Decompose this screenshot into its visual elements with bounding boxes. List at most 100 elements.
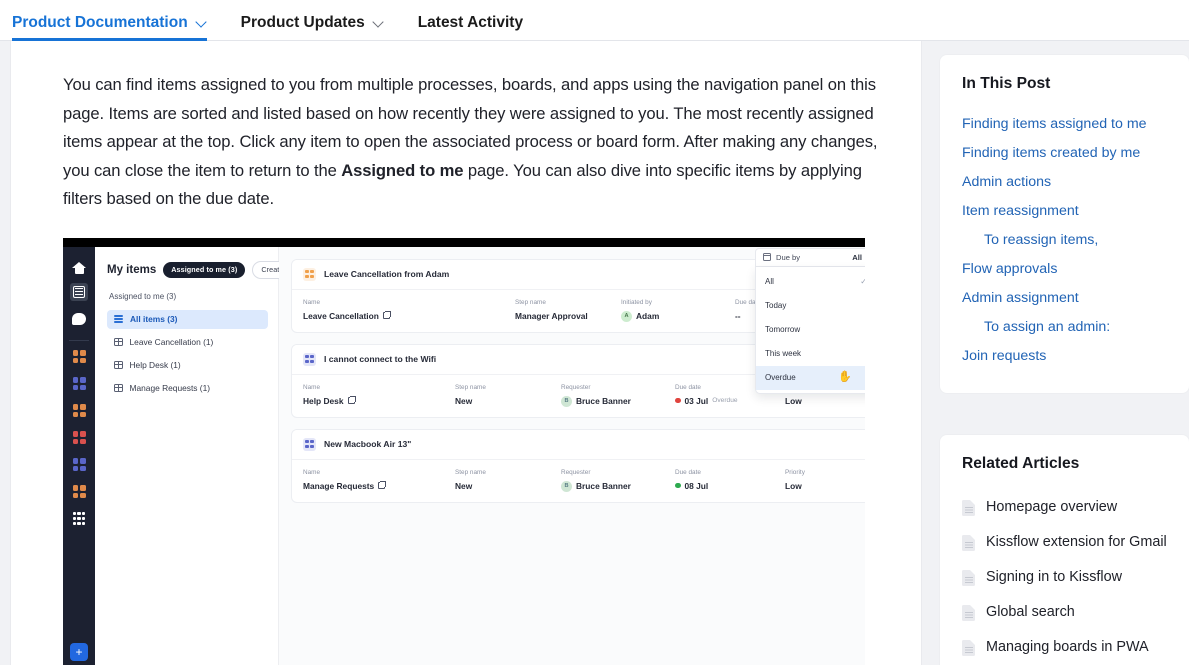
toc-link-admin-assignment[interactable]: Admin assignment [962,284,1167,313]
related-article-signing-in-to-kissflow[interactable]: Signing in to Kissflow [962,560,1167,595]
field-requester: Requester B Bruce Banner [561,469,675,492]
process-icon [303,267,316,281]
field-value[interactable]: Manage Requests [303,480,455,491]
document-icon [962,569,975,586]
chevron-down-icon[interactable] [374,17,384,27]
field-name: Name Help Desk [303,384,455,407]
due-by-filter: Due by All ▾ All ✓ [755,247,865,394]
chevron-down-icon[interactable] [197,17,207,27]
chat-icon[interactable] [70,310,88,328]
field-value: Manager Approval [515,310,588,321]
related-article-label: Global search [986,604,1075,620]
item-card[interactable]: New Macbook Air 13" Name Manage Requests… [291,428,865,503]
external-link-icon[interactable] [378,480,387,489]
nav-item-manage-requests[interactable]: Manage Requests (1) [107,379,268,398]
field-label: Step name [515,298,546,306]
external-link-icon[interactable] [347,395,356,404]
related-article-label: Homepage overview [986,499,1118,515]
table-icon [114,383,123,393]
tab-label: Product Documentation [12,14,188,31]
app-nav-column: My items Assigned to me (3) Created by m… [95,246,319,665]
related-article-label: Signing in to Kissflow [986,569,1122,585]
field-text: Manage Requests [303,480,375,491]
toc-link-to-assign-an-admin[interactable]: To assign an admin: [962,313,1167,342]
due-by-menu: All ✓ Today Tomorrow This week [755,266,865,394]
option-label: This week [765,349,802,358]
embedded-screenshot: + My items Assigned to me (3) Created by… [63,237,865,665]
app-blue-2-icon[interactable] [70,456,88,474]
tab-product-documentation[interactable]: Product Documentation [12,14,221,41]
avatar: B [561,480,572,492]
field-step-name: Step name Manager Approval [515,299,621,322]
option-label: All [765,277,774,286]
related-articles-title: Related Articles [962,455,1080,472]
active-tab-underline [12,38,207,41]
field-text: Help Desk [303,395,344,406]
related-article-managing-boards-in-pwa[interactable]: Managing boards in PWA [962,630,1167,665]
app-orange-2-icon[interactable] [70,402,88,420]
field-name: Name Manage Requests [303,469,455,492]
tab-latest-activity[interactable]: Latest Activity [418,14,537,41]
field-value[interactable]: Leave Cancellation [303,310,515,321]
nav-item-leave-cancellation[interactable]: Leave Cancellation (1) [107,333,268,352]
page-title: My items [107,263,157,276]
field-label: Name [303,468,321,476]
due-by-option-all[interactable]: All ✓ [756,270,865,294]
toc-link-item-reassignment[interactable]: Item reassignment [962,197,1167,226]
filter-assigned-to-me[interactable]: Assigned to me (3) [163,261,246,278]
nav-item-label: Help Desk (1) [129,360,181,370]
app-orange-1-icon[interactable] [70,348,88,366]
toc-link-to-reassign-items[interactable]: To reassign items, [962,226,1167,255]
field-value: B Bruce Banner [561,395,675,407]
field-priority: Priority Low [785,469,865,492]
item-card-list: Leave Cancellation from Adam Name Leave … [279,246,865,665]
related-articles-panel: Related Articles Homepage overview Kissf… [940,435,1189,665]
toc-link-admin-actions[interactable]: Admin actions [962,168,1167,197]
card-title: I cannot connect to the Wifi [324,354,437,364]
tab-product-updates[interactable]: Product Updates [241,14,398,41]
in-this-post-panel: In This Post Finding items assigned to m… [940,55,1189,393]
add-button[interactable]: + [70,642,88,661]
nav-item-help-desk[interactable]: Help Desk (1) [107,356,268,375]
app-orange-3-icon[interactable] [70,483,88,501]
due-by-trigger[interactable]: Due by All ▾ [755,247,865,267]
field-value: Low [785,395,802,406]
app-red-1-icon[interactable] [70,429,88,447]
page-body: You can find items assigned to you from … [0,41,1189,665]
article-paragraph: You can find items assigned to you from … [63,71,881,214]
toc-link-flow-approvals[interactable]: Flow approvals [962,255,1167,284]
due-by-option-tomorrow[interactable]: Tomorrow [756,318,865,342]
due-by-option-this-week[interactable]: This week [756,342,865,366]
document-icon [962,499,975,516]
toc-link-join-requests[interactable]: Join requests [962,342,1167,371]
app-left-rail: + [63,246,95,665]
field-step-name: Step name New [455,469,561,492]
process-icon [303,437,316,451]
field-requester: Requester B Bruce Banner [561,384,675,407]
toc-link-finding-items-assigned-to-me[interactable]: Finding items assigned to me [962,110,1167,139]
avatar: B [561,395,572,407]
home-icon[interactable] [70,256,88,274]
related-article-global-search[interactable]: Global search [962,595,1167,630]
toc-link-finding-items-created-by-me[interactable]: Finding items created by me [962,139,1167,168]
option-label: Tomorrow [765,325,801,334]
related-article-homepage-overview[interactable]: Homepage overview [962,490,1167,525]
external-link-icon[interactable] [382,310,391,319]
app-blue-1-icon[interactable] [70,375,88,393]
nav-item-all-items[interactable]: All items (3) [107,309,268,329]
related-article-kissflow-extension-for-gmail[interactable]: Kissflow extension for Gmail [962,525,1167,560]
card-header: New Macbook Air 13" [292,429,865,460]
in-this-post-title: In This Post [962,75,1051,92]
my-items-icon[interactable] [70,282,88,301]
top-tab-bar: Product Documentation Product Updates La… [0,0,1189,41]
nav-item-label: Leave Cancellation (1) [129,337,214,347]
due-by-option-today[interactable]: Today [756,294,865,318]
due-by-option-overdue[interactable]: Overdue ✋ [756,365,865,390]
due-by-value: All [852,252,862,262]
document-icon [962,534,975,551]
field-value[interactable]: Help Desk [303,395,455,406]
field-value: A Adam [621,310,735,322]
card-title: Leave Cancellation from Adam [324,269,450,279]
list-icon [114,315,123,323]
apps-grid-icon[interactable] [70,510,88,528]
